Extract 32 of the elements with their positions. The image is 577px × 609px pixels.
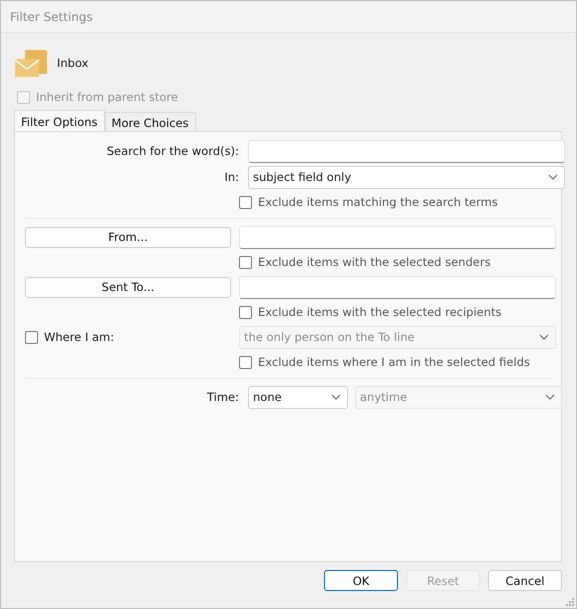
chevron-icon	[331, 394, 341, 400]
chevron-icon	[548, 174, 558, 180]
field-label: In:	[223, 170, 240, 184]
chevron-icon	[545, 394, 555, 400]
checkbox[interactable]	[25, 330, 38, 344]
input-field[interactable]	[239, 276, 556, 298]
checkbox[interactable]	[239, 196, 252, 208]
from-button[interactable]: From...	[25, 226, 231, 248]
folder-mail-icon	[15, 50, 47, 76]
tab[interactable]: Filter Options	[14, 110, 105, 131]
input-field[interactable]	[239, 226, 556, 248]
dialog-button[interactable]: Cancel	[488, 570, 562, 591]
resize-grip-icon[interactable]	[566, 598, 574, 606]
checkbox[interactable]	[239, 256, 252, 268]
checkbox-label: Exclude items with the selected recipients	[258, 305, 502, 319]
sent-to-button[interactable]: Sent To...	[25, 276, 231, 298]
checkbox[interactable]	[239, 306, 252, 318]
checkbox-label: Exclude items matching the search terms	[258, 195, 498, 209]
dropdown[interactable]: subject field only	[248, 166, 565, 188]
dropdown[interactable]: none	[248, 386, 348, 408]
dialog-button[interactable]: OK	[324, 570, 398, 591]
checkbox-label: Inherit from parent store	[36, 90, 178, 104]
search-field[interactable]	[248, 140, 565, 162]
tab[interactable]: More Choices	[104, 112, 196, 131]
folder-name: Inbox	[57, 56, 88, 70]
field-label: Search for the word(s):	[106, 144, 240, 158]
field-label: Time:	[206, 390, 240, 404]
checkbox-label: Exclude items where I am in the selected fields	[258, 355, 530, 369]
checkbox[interactable]	[239, 356, 252, 368]
checkbox-label: Where I am:	[44, 330, 114, 344]
checkbox-label: Exclude items with the selected senders	[258, 255, 491, 269]
chevron-icon	[539, 334, 549, 340]
